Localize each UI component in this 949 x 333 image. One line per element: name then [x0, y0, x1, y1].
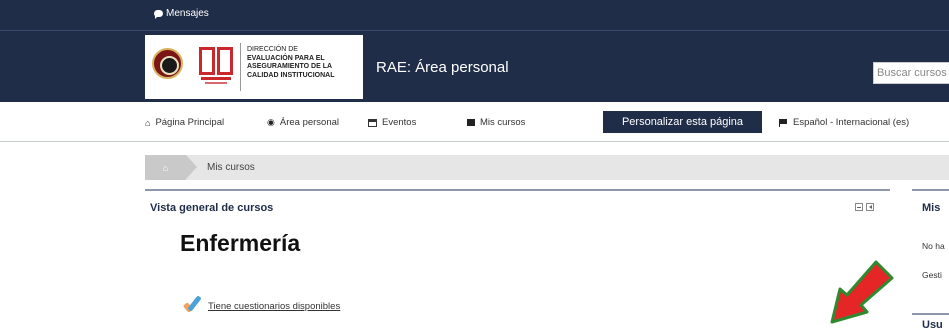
- nav-item-my-courses[interactable]: Mis cursos: [467, 117, 525, 128]
- institution-logo[interactable]: Dirección de evaluación para el aseguram…: [145, 35, 363, 99]
- chat-icon: [154, 10, 163, 19]
- search-input[interactable]: Buscar cursos: [873, 62, 949, 84]
- language-label: Español - Internacional (es): [793, 117, 910, 128]
- logo-text: Dirección de evaluación para el aseguram…: [247, 46, 363, 80]
- dock-block-icon[interactable]: [866, 203, 874, 211]
- seal-icon: [152, 48, 183, 79]
- course-overview-title: Vista general de cursos: [150, 202, 274, 214]
- sidebar-divider: [912, 313, 949, 315]
- nav-item-events[interactable]: Eventos: [368, 117, 416, 128]
- briefcase-icon: [467, 119, 475, 126]
- messages-link[interactable]: Mensajes: [154, 8, 209, 19]
- personalize-page-button[interactable]: Personalizar esta página: [603, 111, 762, 133]
- collapse-block-icon[interactable]: [855, 203, 863, 211]
- nav-item-label: Eventos: [382, 117, 417, 128]
- language-menu[interactable]: Español - Internacional (es): [779, 117, 909, 128]
- sidebar-block-title: Usu: [922, 319, 943, 331]
- flag-icon: [779, 118, 788, 127]
- breadcrumb-current[interactable]: Mis cursos: [207, 162, 255, 173]
- site-header: Dirección de evaluación para el aseguram…: [0, 30, 949, 102]
- logo-line: calidad institucional: [247, 71, 335, 79]
- sidebar-divider: [912, 189, 949, 191]
- logo-line: evaluación para el: [247, 54, 325, 62]
- top-bar: Mensajes: [0, 0, 949, 30]
- quiz-available-link[interactable]: Tiene cuestionarios disponibles: [184, 294, 340, 314]
- site-title[interactable]: RAE: Área personal: [376, 59, 509, 76]
- nav-item-label: Mis cursos: [480, 117, 526, 128]
- breadcrumb: ⌂ Mis cursos: [145, 155, 949, 180]
- sidebar-link[interactable]: Gesti: [922, 270, 942, 280]
- main-navigation: ⌂ Página Principal ◉ Área personal Event…: [0, 102, 949, 142]
- home-icon: ⌂: [162, 162, 169, 173]
- nav-item-label: Área personal: [279, 117, 340, 128]
- logo-line: aseguramiento de la: [247, 63, 333, 70]
- quiz-link-text: Tiene cuestionarios disponibles: [208, 301, 341, 312]
- breadcrumb-home[interactable]: ⌂: [145, 155, 186, 180]
- sidebar-text: No ha: [922, 241, 945, 251]
- block-divider: [145, 189, 890, 191]
- messages-label: Mensajes: [166, 8, 209, 19]
- tachometer-icon: ◉: [267, 117, 275, 127]
- course-name-link[interactable]: Enfermería: [180, 230, 300, 257]
- anniversary-25-logo: [199, 47, 233, 75]
- pointer-arrow-icon: [830, 260, 894, 324]
- nav-item-home[interactable]: ⌂ Página Principal: [145, 117, 224, 128]
- nav-item-dashboard[interactable]: ◉ Área personal: [267, 117, 339, 128]
- calendar-icon: [368, 118, 377, 127]
- home-icon: ⌂: [145, 117, 151, 128]
- sidebar-block-title: Mis: [922, 202, 941, 214]
- nav-item-label: Página Principal: [155, 117, 225, 128]
- logo-line: Dirección de: [247, 46, 298, 53]
- quiz-check-icon: [184, 294, 204, 314]
